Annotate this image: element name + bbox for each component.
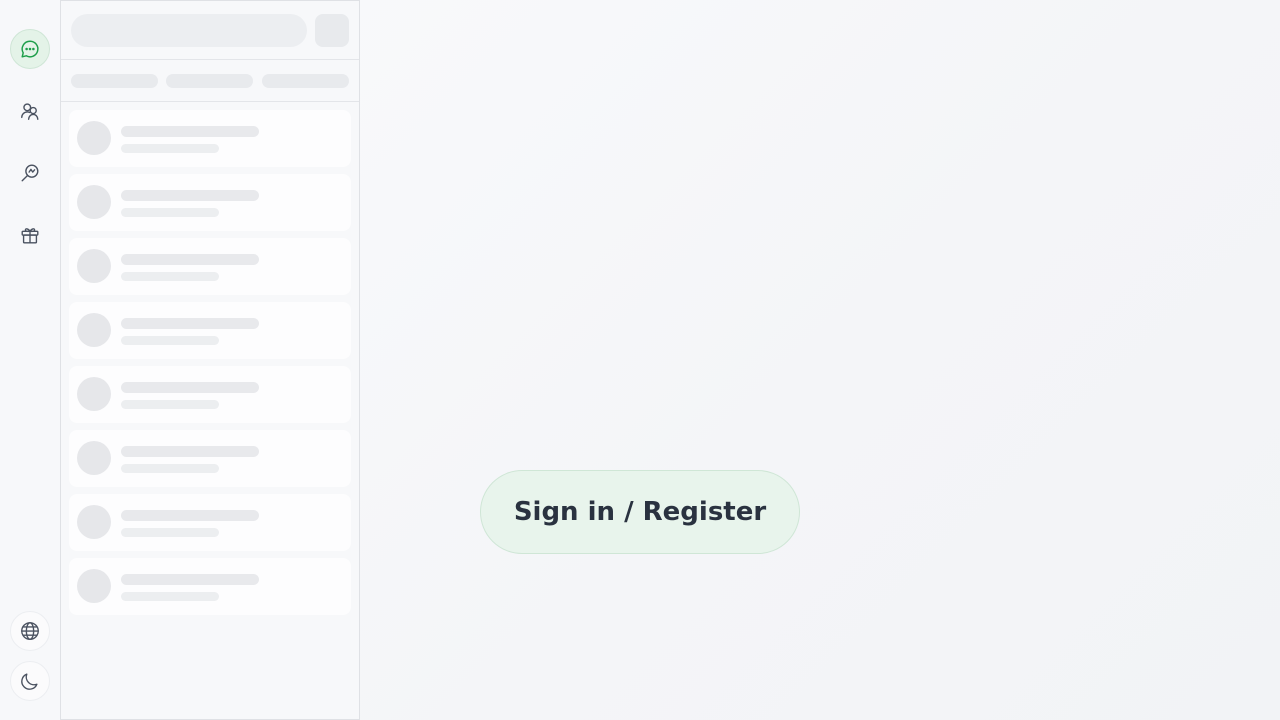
contacts-icon bbox=[21, 103, 39, 120]
avatar-skeleton bbox=[77, 313, 111, 347]
subtitle-skeleton bbox=[121, 144, 219, 153]
title-skeleton bbox=[121, 510, 259, 521]
list-item-skeleton bbox=[69, 174, 351, 231]
theme-toggle-button[interactable] bbox=[10, 661, 50, 701]
add-button-skeleton bbox=[315, 14, 349, 47]
title-skeleton bbox=[121, 190, 259, 201]
title-skeleton bbox=[121, 126, 259, 137]
nav-rail bbox=[0, 0, 60, 720]
subtitle-skeleton bbox=[121, 528, 219, 537]
avatar-skeleton bbox=[77, 185, 111, 219]
panel-header bbox=[61, 1, 359, 60]
title-skeleton bbox=[121, 382, 259, 393]
tab-skeleton bbox=[71, 74, 158, 88]
nav-gifts-button[interactable] bbox=[10, 215, 50, 255]
tab-skeleton bbox=[166, 74, 253, 88]
avatar-skeleton bbox=[77, 505, 111, 539]
main-area: Sign in / Register bbox=[360, 0, 1280, 720]
title-skeleton bbox=[121, 446, 259, 457]
list-item-skeleton bbox=[69, 558, 351, 615]
nav-contacts-button[interactable] bbox=[10, 91, 50, 131]
nav-chats-button[interactable] bbox=[10, 29, 50, 69]
nav-discover-button[interactable] bbox=[10, 153, 50, 193]
title-skeleton bbox=[121, 318, 259, 329]
list-item-skeleton bbox=[69, 366, 351, 423]
moon-icon bbox=[21, 673, 38, 690]
subtitle-skeleton bbox=[121, 208, 219, 217]
subtitle-skeleton bbox=[121, 272, 219, 281]
search-input-skeleton bbox=[71, 14, 307, 47]
avatar-skeleton bbox=[77, 377, 111, 411]
avatar-skeleton bbox=[77, 121, 111, 155]
conversation-list bbox=[69, 110, 351, 622]
list-item-skeleton bbox=[69, 302, 351, 359]
list-item-skeleton bbox=[69, 430, 351, 487]
list-item-skeleton bbox=[69, 110, 351, 167]
subtitle-skeleton bbox=[121, 336, 219, 345]
globe-icon bbox=[21, 622, 39, 640]
discover-icon bbox=[21, 164, 39, 182]
panel-tabs bbox=[61, 60, 359, 102]
tab-skeleton bbox=[262, 74, 349, 88]
language-button[interactable] bbox=[10, 611, 50, 651]
avatar-skeleton bbox=[77, 569, 111, 603]
subtitle-skeleton bbox=[121, 464, 219, 473]
avatar-skeleton bbox=[77, 441, 111, 475]
title-skeleton bbox=[121, 574, 259, 585]
subtitle-skeleton bbox=[121, 400, 219, 409]
avatar-skeleton bbox=[77, 249, 111, 283]
gift-icon bbox=[21, 228, 39, 244]
chat-icon bbox=[21, 40, 39, 58]
list-item-skeleton bbox=[69, 494, 351, 551]
list-item-skeleton bbox=[69, 238, 351, 295]
subtitle-skeleton bbox=[121, 592, 219, 601]
title-skeleton bbox=[121, 254, 259, 265]
conversation-panel bbox=[60, 0, 360, 720]
sign-in-register-button[interactable]: Sign in / Register bbox=[480, 470, 800, 554]
